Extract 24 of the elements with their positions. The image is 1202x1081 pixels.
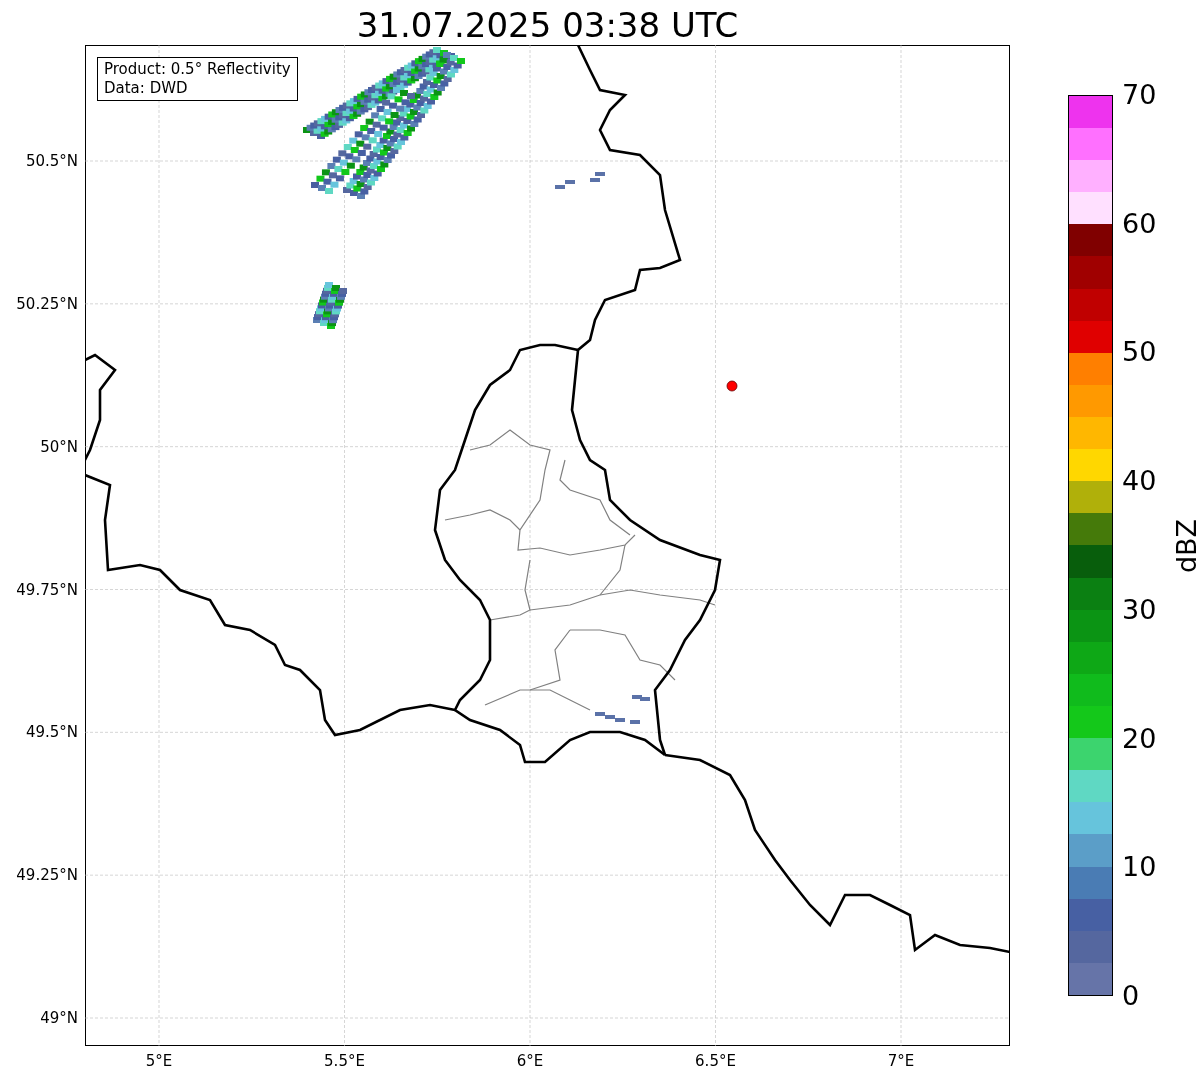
latitude-label: 50°N bbox=[40, 437, 78, 456]
colorbar-tick-label: 0 bbox=[1122, 981, 1140, 1011]
info-text: Product: 0.5° Reflectivity bbox=[104, 60, 291, 79]
latitude-label: 49.5°N bbox=[25, 723, 78, 742]
latitude-label: 49°N bbox=[40, 1009, 78, 1027]
colorbar-tick-label: 50 bbox=[1122, 337, 1157, 368]
longitude-label: 5.5°E bbox=[324, 1052, 365, 1070]
colorbar-tick-label: 10 bbox=[1122, 852, 1157, 883]
info-text: Data: DWD bbox=[104, 79, 189, 98]
latitude-label: 50.25°N bbox=[16, 294, 78, 313]
longitude-label: 6°E bbox=[516, 1052, 544, 1070]
latitude-label: 50.5°N bbox=[25, 152, 78, 170]
latitude-label: 49.25°N bbox=[16, 866, 78, 885]
latitude-label: 49.75°N bbox=[16, 580, 78, 599]
colorbar-tick-label: 40 bbox=[1122, 466, 1157, 497]
colorbar-tick-label: 70 bbox=[1122, 80, 1157, 110]
colorbar-tick-label: 60 bbox=[1122, 208, 1157, 239]
longitude-label: 6.5°E bbox=[695, 1052, 736, 1070]
colorbar-label: dBZ bbox=[1171, 518, 1202, 574]
colorbar-tick-label: 20 bbox=[1122, 723, 1157, 754]
chart-title: 31.07.2025 03:38 UTC bbox=[355, 4, 740, 46]
longitude-label: 5°E bbox=[145, 1052, 173, 1070]
colorbar-tick-label: 30 bbox=[1122, 594, 1157, 625]
longitude-label: 7°E bbox=[887, 1052, 915, 1070]
